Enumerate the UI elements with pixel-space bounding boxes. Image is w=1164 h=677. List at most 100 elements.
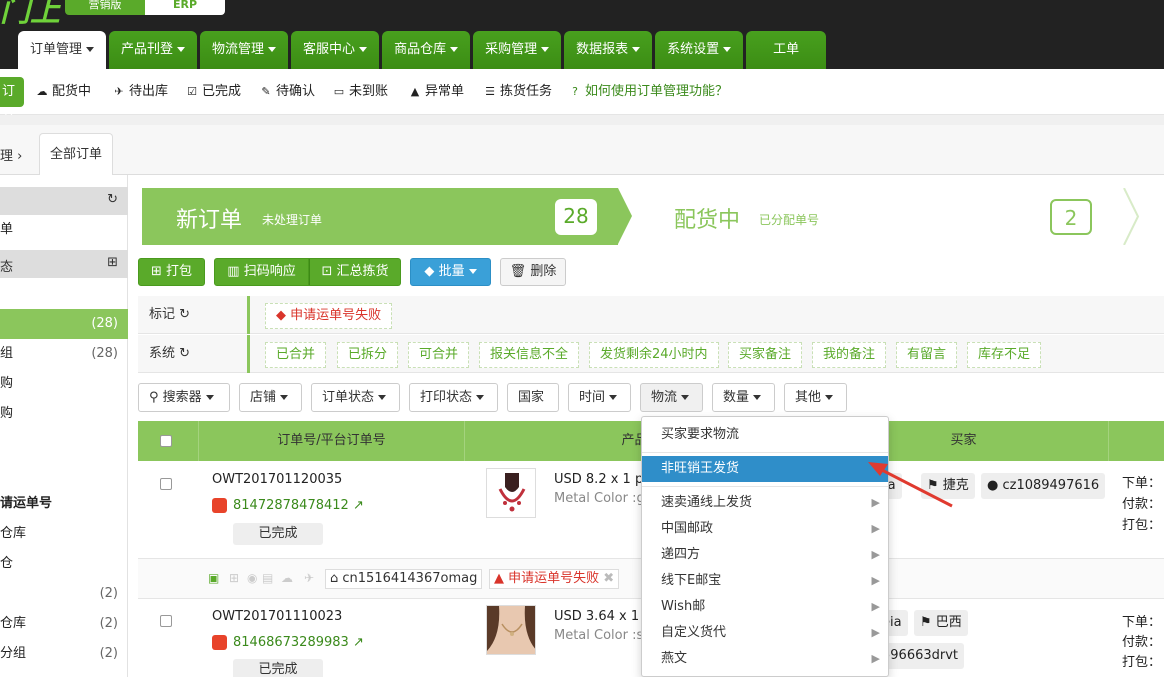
tag-customs-incomplete[interactable]: 报关信息不全	[479, 342, 580, 368]
breadcrumb-parent[interactable]: 理 ›	[0, 145, 22, 164]
sidebar-item[interactable]: 购	[0, 369, 128, 399]
platform-order-number[interactable]: 81468673289983 ↗	[233, 635, 364, 650]
buyer-id[interactable]: 596663drvt	[876, 643, 965, 669]
dropdown-item-wish-post[interactable]: Wish邮 ▶	[642, 594, 888, 620]
sidebar-item[interactable]: 仓库 (2)	[0, 609, 128, 639]
order-time-label: 下单：	[1122, 476, 1162, 491]
tracking-number[interactable]: ⌂ cn1516414367omag	[325, 569, 483, 589]
sidebar-header: ↻	[0, 187, 128, 215]
sidebar-item[interactable]: 分组 (2)	[0, 639, 128, 669]
sidebar-item[interactable]: 组 (28)	[0, 339, 128, 369]
tag-low-stock[interactable]: 库存不足	[967, 342, 1042, 368]
tag-merged[interactable]: 已合并	[265, 342, 327, 368]
waybill-error-tag[interactable]: ▲ 申请运单号失败 ✖	[489, 569, 620, 589]
nav-tab-service[interactable]: 客服中心	[291, 31, 380, 69]
nav-tab-tickets[interactable]: 工单	[746, 31, 827, 69]
batch-button[interactable]: ◆ 批量	[410, 258, 491, 286]
tag-ship-24h[interactable]: 发货剩余24小时内	[589, 342, 719, 368]
nav-tab-purchase[interactable]: 采购管理	[473, 31, 562, 69]
tag-my-note[interactable]: 我的备注	[812, 342, 887, 368]
nav-tab-products[interactable]: 产品刊登	[109, 31, 198, 69]
sidebar-item[interactable]: 仓	[0, 549, 128, 579]
scan-button[interactable]: ▥ 扫码响应	[214, 258, 309, 286]
subnav-item-exception[interactable]: ▲ 异常单	[409, 69, 464, 115]
delete-button[interactable]: 🗑 删除	[500, 258, 566, 286]
tag-buyer-note[interactable]: 买家备注	[728, 342, 803, 368]
version-badge[interactable]: 营销版	[65, 0, 145, 15]
summary-pick-button[interactable]: ⊡ 汇总拣货	[309, 258, 401, 286]
tag-mergeable[interactable]: 可合并	[408, 342, 470, 368]
mark-label: 标记 ↻	[138, 296, 250, 334]
sidebar-label: 仓	[0, 556, 14, 571]
sidebar-item[interactable]: 请运单号	[0, 489, 128, 519]
subnav-active-item[interactable]: 订单	[0, 77, 24, 129]
product-image[interactable]	[486, 605, 536, 655]
filter-search[interactable]: ⚲ 搜索器	[138, 383, 230, 412]
refresh-icon[interactable]: ↻	[107, 192, 118, 207]
step-arrow	[618, 188, 632, 244]
filter-country[interactable]: 国家	[507, 383, 559, 412]
tag-split[interactable]: 已拆分	[337, 342, 399, 368]
order-number[interactable]: OWT201701120035	[212, 472, 342, 487]
step-allocating[interactable]: 配货中 已分配单号 2	[636, 188, 1164, 245]
subnav-item-to-confirm[interactable]: ✎ 待确认	[260, 69, 315, 115]
product-image[interactable]	[486, 468, 536, 518]
close-icon[interactable]: ✖	[603, 571, 614, 586]
order-number[interactable]: OWT201701110023	[212, 609, 342, 624]
sidebar-count: (28)	[91, 316, 118, 331]
filter-shop[interactable]: 店铺	[239, 383, 302, 412]
sitemap-icon[interactable]: ⊞	[107, 255, 118, 270]
step-subtitle: 未处理订单	[262, 213, 323, 227]
filter-order-status[interactable]: 订单状态	[311, 383, 400, 412]
filter-time[interactable]: 时间	[568, 383, 631, 412]
refresh-icon[interactable]: ↻	[179, 307, 190, 322]
dropdown-item-yanwen[interactable]: 燕文 ▶	[642, 646, 888, 672]
tag-has-message[interactable]: 有留言	[896, 342, 958, 368]
pack-button[interactable]: ⊞ 打包	[138, 258, 205, 286]
nav-tab-logistics[interactable]: 物流管理	[200, 31, 289, 69]
dropdown-item-non-wxw-shipping[interactable]: 非旺销王发货	[642, 456, 888, 482]
sidebar-item[interactable]: 购	[0, 399, 128, 429]
subnav-help-link[interactable]: ? 如何使用订单管理功能？	[569, 69, 728, 115]
refresh-icon[interactable]: ↻	[179, 346, 190, 361]
erp-badge[interactable]: ERP	[145, 0, 225, 15]
subnav-item-allocating[interactable]: ☁ 配货中	[36, 69, 92, 115]
platform-order-number[interactable]: 81472878478412 ↗	[233, 498, 364, 513]
subnav-item-completed[interactable]: ☑ 已完成	[186, 69, 241, 115]
select-all-checkbox[interactable]	[160, 435, 172, 447]
dropdown-item-4px[interactable]: 递四方 ▶	[642, 542, 888, 568]
step-count: 28	[555, 199, 597, 235]
sidebar-item-orders[interactable]: 单	[0, 215, 128, 245]
dropdown-item-offline-epacket[interactable]: 线下E邮宝 ▶	[642, 568, 888, 594]
row-checkbox[interactable]	[160, 478, 172, 490]
platform-number-text: 81472878478412	[233, 498, 349, 513]
step-new-orders[interactable]: 新订单 未处理订单 28	[142, 188, 618, 245]
product-attribute: Metal Color :si	[554, 628, 647, 643]
filter-logistics[interactable]: 物流	[640, 383, 703, 412]
subnav-item-picking[interactable]: ☰ 拣货任务	[484, 69, 552, 115]
error-text: 申请运单号失败	[508, 571, 600, 586]
filter-other[interactable]: 其他	[784, 383, 847, 412]
sidebar-item[interactable]: (2)	[0, 579, 128, 609]
nav-tab-orders[interactable]: 订单管理	[18, 31, 107, 69]
dropdown-item-china-post[interactable]: 中国邮政 ▶	[642, 516, 888, 542]
row-checkbox[interactable]	[160, 615, 172, 627]
dropdown-item-custom-forwarder[interactable]: 自定义货代 ▶	[642, 620, 888, 646]
dropdown-item-buyer-logistics[interactable]: 买家要求物流	[642, 422, 888, 448]
dropdown-item-aliexpress-online[interactable]: 速卖通线上发货 ▶	[642, 490, 888, 516]
tag-waybill-failed[interactable]: ◆ 申请运单号失败	[265, 303, 393, 329]
buyer-id[interactable]: ● cz1089497616	[981, 473, 1106, 499]
filter-print-status[interactable]: 打印状态	[409, 383, 498, 412]
tab-all-orders[interactable]: 全部订单	[39, 133, 113, 176]
nav-tab-warehouse[interactable]: 商品仓库	[382, 31, 471, 69]
chevron-down-icon	[753, 395, 762, 400]
subnav-item-unpaid[interactable]: ▭ 未到账	[333, 69, 388, 115]
sidebar-item[interactable]: 仓库	[0, 519, 128, 549]
sidebar-item-active[interactable]: (28)	[0, 309, 128, 339]
subnav-item-pending-out[interactable]: ✈ 待出库	[113, 69, 168, 115]
filter-quantity[interactable]: 数量	[712, 383, 775, 412]
necklace-icon	[487, 606, 535, 654]
nav-tab-settings[interactable]: 系统设置	[655, 31, 744, 69]
step-subtitle: 已分配单号	[759, 213, 820, 227]
nav-tab-reports[interactable]: 数据报表	[564, 31, 653, 69]
